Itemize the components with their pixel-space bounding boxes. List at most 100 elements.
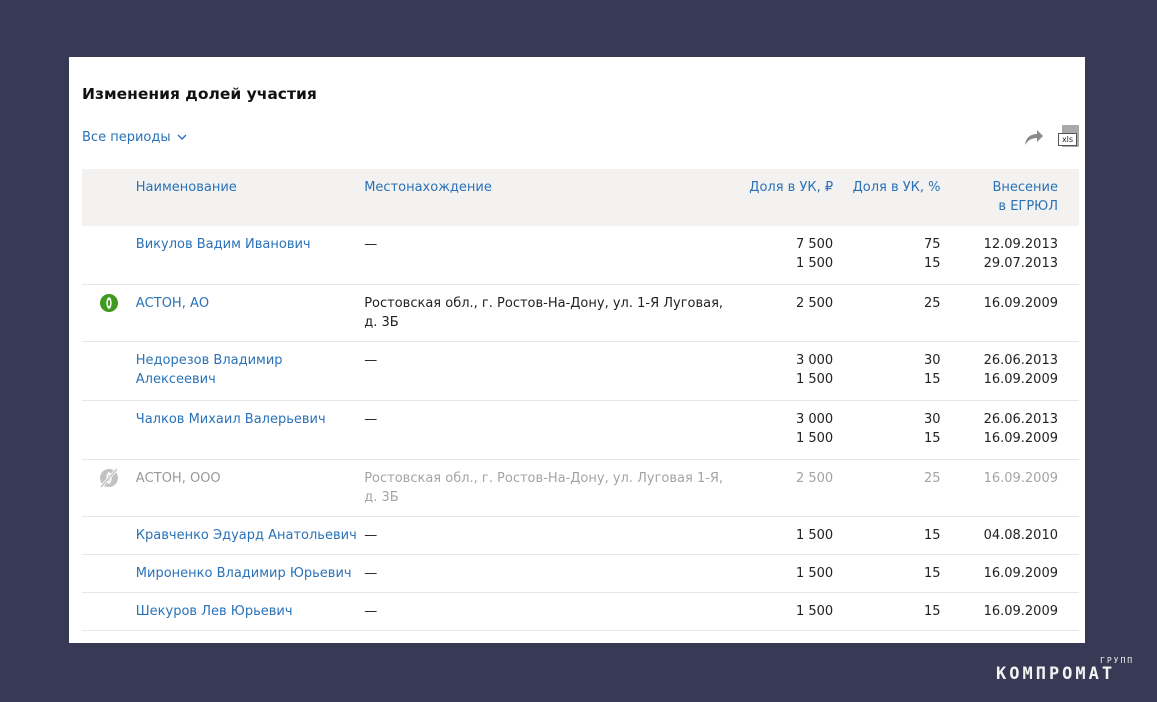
row-share-rub: 7 500 1 500	[735, 226, 834, 285]
row-share-pct: 25	[833, 459, 941, 517]
watermark-logo: КОМПРОМАТ ГРУПП	[996, 656, 1132, 684]
row-share-rub: 1 500	[735, 516, 834, 555]
participant-link[interactable]: Викулов Вадим Иванович	[136, 237, 311, 252]
section-title: Изменения долей участия	[82, 85, 317, 103]
row-share-rub: 1 500	[735, 554, 834, 593]
header-share-pct[interactable]: Доля в УК, %	[833, 169, 941, 226]
share-rub-value: 1 500	[795, 604, 834, 619]
row-location: —	[364, 341, 736, 401]
share-icon[interactable]	[1023, 127, 1045, 147]
date-value: 29.07.2013	[983, 256, 1058, 271]
share-rub-value: 1 500	[795, 372, 834, 387]
date-value: 16.09.2009	[983, 471, 1058, 486]
row-share-pct: 30 15	[833, 341, 941, 401]
date-value: 16.09.2009	[983, 566, 1058, 581]
header-egrul[interactable]: Внесение в ЕГРЮЛ	[941, 169, 1079, 226]
participant-link[interactable]: Мироненко Владимир Юрьевич	[136, 566, 352, 581]
date-value: 26.06.2013	[983, 412, 1058, 427]
row-location: —	[364, 554, 736, 593]
table-row: Мироненко Владимир Юрьевич — 1 500 15 16…	[82, 554, 1079, 593]
row-name-cell: Чалков Михаил Валерьевич	[135, 400, 365, 460]
date-value: 16.09.2009	[983, 431, 1058, 446]
row-date: 16.09.2009	[940, 459, 1079, 517]
share-pct-value: 30	[923, 353, 941, 368]
share-pct-value: 15	[923, 372, 941, 387]
share-rub-value: 1 500	[795, 528, 834, 543]
share-pct-value: 75	[923, 237, 941, 252]
row-date: 12.09.2013 29.07.2013	[940, 226, 1079, 285]
table-row: Чалков Михаил Валерьевич — 3 000 1 500 30…	[82, 400, 1079, 460]
row-date: 16.09.2009	[940, 284, 1079, 342]
row-status-cell	[82, 226, 136, 285]
row-share-rub: 2 500	[735, 284, 834, 342]
share-pct-value: 25	[923, 296, 941, 311]
participant-link[interactable]: АСТОН, АО	[136, 296, 209, 311]
share-rub-value: 1 500	[795, 566, 834, 581]
participant-link[interactable]: АСТОН, ООО	[136, 471, 221, 486]
row-date: 26.06.2013 16.09.2009	[940, 341, 1079, 401]
shares-table: Наименование Местонахождение Доля в УК, …	[82, 169, 1079, 631]
row-name-cell: Викулов Вадим Иванович	[135, 226, 365, 285]
row-share-pct: 30 15	[833, 400, 941, 460]
liquidated-company-icon	[99, 468, 119, 488]
header-location[interactable]: Местонахождение	[364, 169, 735, 226]
chevron-down-icon	[177, 134, 187, 140]
watermark-sup: ГРУПП	[1100, 656, 1135, 665]
table-header-row: Наименование Местонахождение Доля в УК, …	[82, 169, 1079, 226]
share-rub-value: 1 500	[795, 431, 834, 446]
row-share-rub: 3 000 1 500	[735, 341, 834, 401]
row-status-cell	[82, 400, 136, 460]
header-icon-cell	[82, 169, 136, 226]
row-share-pct: 25	[833, 284, 941, 342]
participant-link[interactable]: Недорезов Владимир Алексеевич	[136, 353, 283, 387]
active-company-icon	[99, 294, 118, 312]
share-rub-value: 3 000	[795, 353, 834, 368]
row-share-pct: 15	[833, 554, 941, 593]
xls-label: xls	[1058, 133, 1077, 146]
header-egrul-line2: в ЕГРЮЛ	[998, 199, 1058, 214]
header-share-rub[interactable]: Доля в УК, ₽	[735, 169, 833, 226]
row-share-pct: 15	[833, 516, 941, 555]
share-rub-value: 7 500	[795, 237, 834, 252]
participation-changes-panel: Изменения долей участия Все периоды xls …	[69, 57, 1085, 643]
row-share-pct: 75 15	[833, 226, 941, 285]
row-name-cell: АСТОН, ООО	[135, 459, 365, 517]
row-status-cell	[82, 341, 136, 401]
row-share-pct: 15	[833, 592, 941, 631]
row-share-rub: 3 000 1 500	[735, 400, 834, 460]
row-status-cell	[82, 516, 136, 555]
row-location: —	[364, 592, 736, 631]
table-row: АСТОН, АО Ростовская обл., г. Ростов-На-…	[82, 284, 1079, 342]
row-location: Ростовская обл., г. Ростов-На-Дону, ул. …	[364, 284, 736, 342]
date-value: 16.09.2009	[983, 296, 1058, 311]
share-pct-value: 30	[923, 412, 941, 427]
period-filter-dropdown[interactable]: Все периоды	[82, 130, 187, 145]
share-rub-value: 1 500	[795, 256, 834, 271]
row-location: —	[364, 226, 736, 285]
row-share-rub: 1 500	[735, 592, 834, 631]
row-status-cell	[82, 592, 136, 631]
row-name-cell: Шекуров Лев Юрьевич	[135, 592, 365, 631]
participant-link[interactable]: Чалков Михаил Валерьевич	[136, 412, 326, 427]
row-date: 26.06.2013 16.09.2009	[940, 400, 1079, 460]
share-rub-value: 3 000	[795, 412, 834, 427]
share-pct-value: 25	[923, 471, 941, 486]
date-value: 16.09.2009	[983, 604, 1058, 619]
share-pct-value: 15	[923, 431, 941, 446]
row-share-rub: 2 500	[735, 459, 834, 517]
table-row: Недорезов Владимир Алексеевич — 3 000 1 5…	[82, 341, 1079, 401]
share-pct-value: 15	[923, 566, 941, 581]
row-location: —	[364, 516, 736, 555]
row-location: Ростовская обл., г. Ростов-На-Дону, ул. …	[364, 459, 736, 517]
participant-link[interactable]: Шекуров Лев Юрьевич	[136, 604, 293, 619]
header-name[interactable]: Наименование	[136, 169, 364, 226]
row-status-cell	[82, 459, 136, 517]
xls-export-icon[interactable]: xls	[1057, 125, 1081, 149]
header-egrul-line1: Внесение	[992, 180, 1058, 195]
row-date: 16.09.2009	[940, 554, 1079, 593]
date-value: 12.09.2013	[983, 237, 1058, 252]
participant-link[interactable]: Кравченко Эдуард Анатольевич	[136, 528, 357, 543]
row-status-cell	[82, 284, 136, 342]
row-status-cell	[82, 554, 136, 593]
share-pct-value: 15	[923, 604, 941, 619]
